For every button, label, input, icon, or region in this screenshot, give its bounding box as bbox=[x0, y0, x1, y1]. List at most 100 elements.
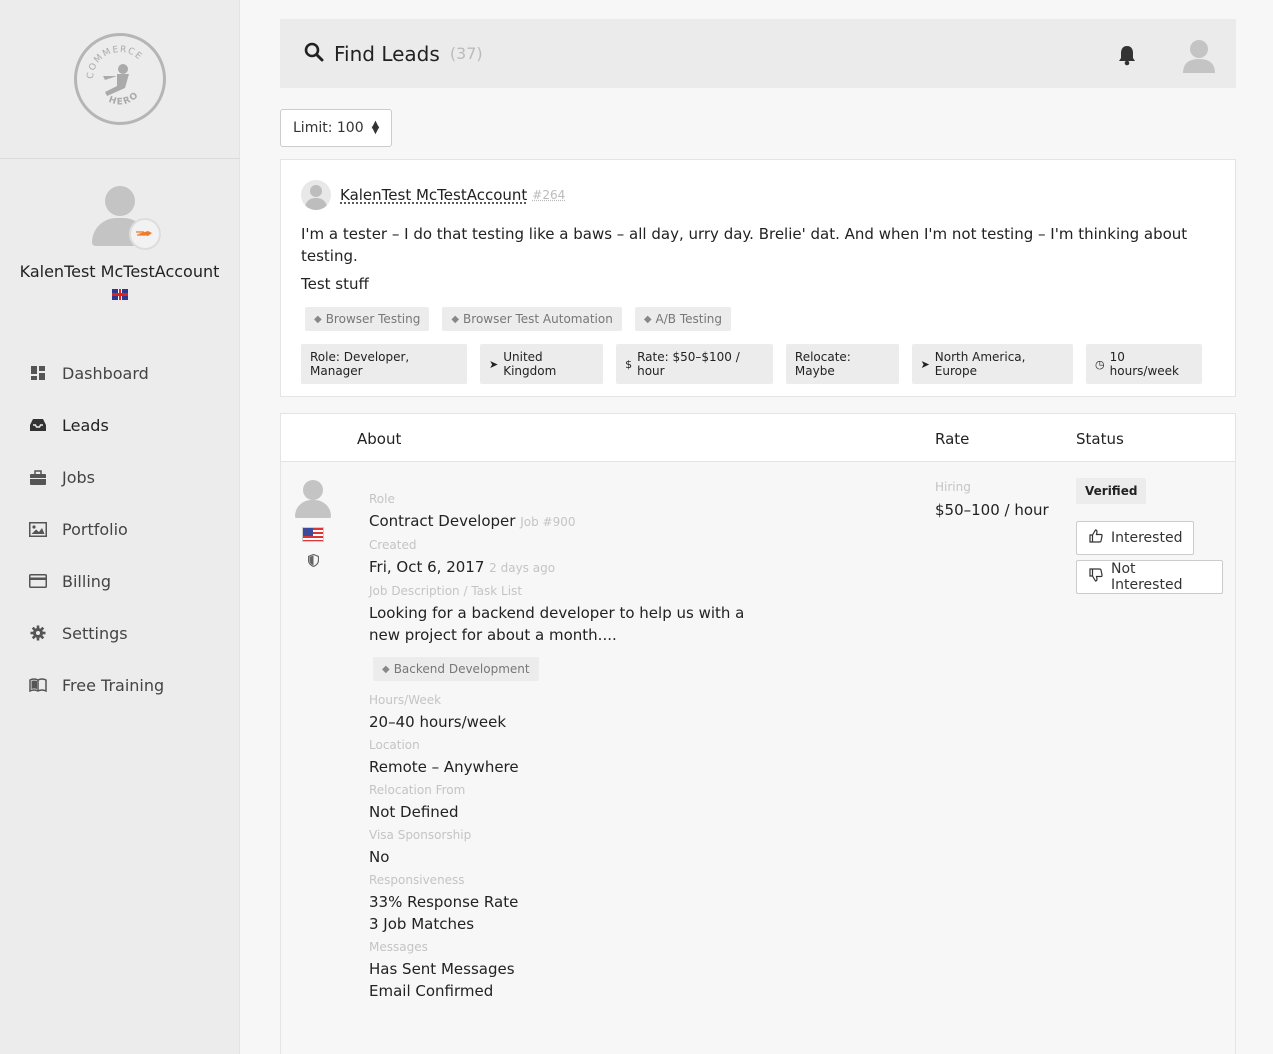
messages-label: Messages bbox=[369, 940, 428, 954]
book-icon bbox=[29, 676, 47, 694]
lead-profile-card: KalenTest McTestAccount #264 I'm a teste… bbox=[280, 159, 1236, 397]
sidebar-item-dashboard[interactable]: Dashboard bbox=[0, 347, 239, 399]
relocate-chip: Relocate: Maybe bbox=[785, 344, 899, 384]
superhero-badge-icon bbox=[128, 218, 161, 250]
location-arrow-icon: ➤ bbox=[489, 357, 499, 371]
hours-value: 20–40 hours/week bbox=[369, 713, 507, 731]
table-header: About Rate Status bbox=[281, 414, 1235, 462]
briefcase-icon bbox=[29, 468, 47, 486]
page-header: Find Leads (37) bbox=[280, 19, 1236, 88]
shield-icon bbox=[307, 552, 320, 571]
rate-column: Hiring $50–100 / hour bbox=[935, 480, 1049, 526]
us-flag-icon bbox=[302, 527, 324, 542]
hiring-label: Hiring bbox=[935, 480, 971, 494]
avatar[interactable] bbox=[87, 186, 161, 252]
sidebar-item-portfolio[interactable]: Portfolio bbox=[0, 503, 239, 555]
relocation-value: Not Defined bbox=[369, 803, 459, 821]
profile-name: KalenTest McTestAccount bbox=[19, 262, 220, 281]
tag-icon: ◆ bbox=[451, 313, 460, 325]
thumbs-up-icon bbox=[1089, 529, 1103, 547]
description-label: Job Description / Task List bbox=[369, 584, 523, 598]
rate-value: $50–100 / hour bbox=[935, 501, 1049, 519]
sidebar-item-label: Settings bbox=[62, 623, 128, 643]
commerce-hero-logo[interactable]: COMMERCE HERO bbox=[73, 33, 166, 125]
not-interested-label: Not Interested bbox=[1111, 561, 1183, 593]
dashboard-icon bbox=[29, 364, 47, 382]
inbox-icon bbox=[29, 416, 47, 434]
role-label: Role bbox=[369, 492, 395, 506]
sidebar-item-label: Jobs bbox=[62, 467, 95, 487]
clock-icon: ◷ bbox=[1095, 357, 1105, 371]
user-profile: KalenTest McTestAccount bbox=[0, 159, 239, 304]
column-header-about[interactable]: About bbox=[357, 430, 401, 448]
regions-chip: ➤ North America, Europe bbox=[911, 344, 1074, 384]
responsiveness-label: Responsiveness bbox=[369, 873, 465, 887]
gear-icon bbox=[29, 624, 47, 642]
job-role: Contract Developer bbox=[369, 512, 516, 530]
sidebar-item-jobs[interactable]: Jobs bbox=[0, 451, 239, 503]
main-content: Find Leads (37) Limit: 100 ▲ ▼ KalenTest … bbox=[280, 0, 1236, 1054]
job-details: Role Contract Developer Job #900 Created… bbox=[369, 492, 829, 1007]
sidebar-nav: Dashboard Leads Jobs Portfolio Billing S… bbox=[0, 347, 239, 711]
sidebar-item-billing[interactable]: Billing bbox=[0, 555, 239, 607]
user-avatar-icon[interactable] bbox=[1183, 39, 1215, 77]
lead-bio: I'm a tester – I do that testing like a … bbox=[301, 225, 1188, 265]
uk-flag-icon bbox=[111, 289, 128, 300]
svg-text:COMMERCE: COMMERCE bbox=[85, 45, 144, 80]
visa-label: Visa Sponsorship bbox=[369, 828, 472, 842]
column-header-rate[interactable]: Rate bbox=[935, 430, 969, 448]
status-badge: Verified bbox=[1076, 478, 1147, 504]
logo-text-top: COMMERCE bbox=[85, 45, 142, 80]
thumbs-down-icon bbox=[1089, 568, 1103, 586]
avatar[interactable] bbox=[295, 480, 331, 518]
select-caret-icon: ▲ ▼ bbox=[371, 119, 380, 136]
sidebar-item-settings[interactable]: Settings bbox=[0, 607, 239, 659]
lead-id[interactable]: #264 bbox=[532, 188, 565, 202]
sidebar-item-label: Free Training bbox=[62, 675, 165, 695]
limit-select[interactable]: Limit: 100 ▲ ▼ bbox=[280, 109, 393, 147]
response-rate: 33% Response Rate bbox=[369, 893, 519, 911]
relocation-label: Relocation From bbox=[369, 783, 466, 797]
sidebar-item-label: Billing bbox=[62, 571, 112, 591]
visa-value: No bbox=[369, 848, 390, 866]
location-arrow-icon: ➤ bbox=[920, 357, 930, 371]
skill-tag: ◆ A/B Testing bbox=[634, 307, 732, 331]
sidebar-item-leads[interactable]: Leads bbox=[0, 399, 239, 451]
lead-name-link[interactable]: KalenTest McTestAccount bbox=[340, 186, 527, 204]
tag-icon: ◆ bbox=[643, 313, 652, 325]
created-date: Fri, Oct 6, 2017 bbox=[369, 558, 485, 576]
sidebar: COMMERCE HERO KalenTest McTestAccount Da… bbox=[0, 0, 240, 1054]
location-value: Remote – Anywhere bbox=[369, 758, 519, 776]
interested-button[interactable]: Interested bbox=[1076, 521, 1194, 555]
lead-attributes: Role: Developer, Manager ➤ United Kingdom… bbox=[301, 344, 1215, 384]
job-id: Job #900 bbox=[520, 515, 576, 529]
bell-icon[interactable] bbox=[1116, 44, 1138, 70]
job-matches: 3 Job Matches bbox=[369, 915, 475, 933]
hours-chip: ◷ 10 hours/week bbox=[1086, 344, 1202, 384]
leads-table: About Rate Status Role Contract Develope… bbox=[280, 413, 1236, 1054]
dollar-icon: $ bbox=[625, 357, 633, 371]
not-interested-button[interactable]: Not Interested bbox=[1076, 560, 1223, 594]
avatar[interactable] bbox=[301, 180, 331, 210]
sidebar-item-label: Leads bbox=[62, 415, 109, 435]
skill-tag: ◆ Browser Testing bbox=[305, 307, 430, 331]
skill-tag: ◆ Backend Development bbox=[373, 657, 539, 681]
role-chip: Role: Developer, Manager bbox=[301, 344, 467, 384]
status-column: Verified Interested Not Interested bbox=[1076, 478, 1223, 594]
lead-bio-extra: Test stuff bbox=[301, 275, 369, 293]
limit-label: Limit: 100 bbox=[293, 120, 364, 136]
sidebar-item-free-training[interactable]: Free Training bbox=[0, 659, 239, 711]
image-icon bbox=[29, 520, 47, 538]
column-header-status[interactable]: Status bbox=[1076, 430, 1124, 448]
credit-card-icon bbox=[29, 572, 47, 590]
job-description: Looking for a backend developer to help … bbox=[369, 604, 745, 644]
skill-tags: ◆ Browser Testing ◆ Browser Test Automatio… bbox=[301, 307, 1215, 331]
skill-tag: ◆ Browser Test Automation bbox=[442, 307, 622, 331]
sidebar-item-label: Portfolio bbox=[62, 519, 128, 539]
created-ago: 2 days ago bbox=[489, 561, 556, 575]
tag-icon: ◆ bbox=[314, 313, 322, 325]
search-icon bbox=[304, 42, 324, 66]
logo-area: COMMERCE HERO bbox=[0, 0, 239, 159]
tag-icon: ◆ bbox=[382, 663, 390, 675]
email-confirmed: Email Confirmed bbox=[369, 982, 494, 1000]
